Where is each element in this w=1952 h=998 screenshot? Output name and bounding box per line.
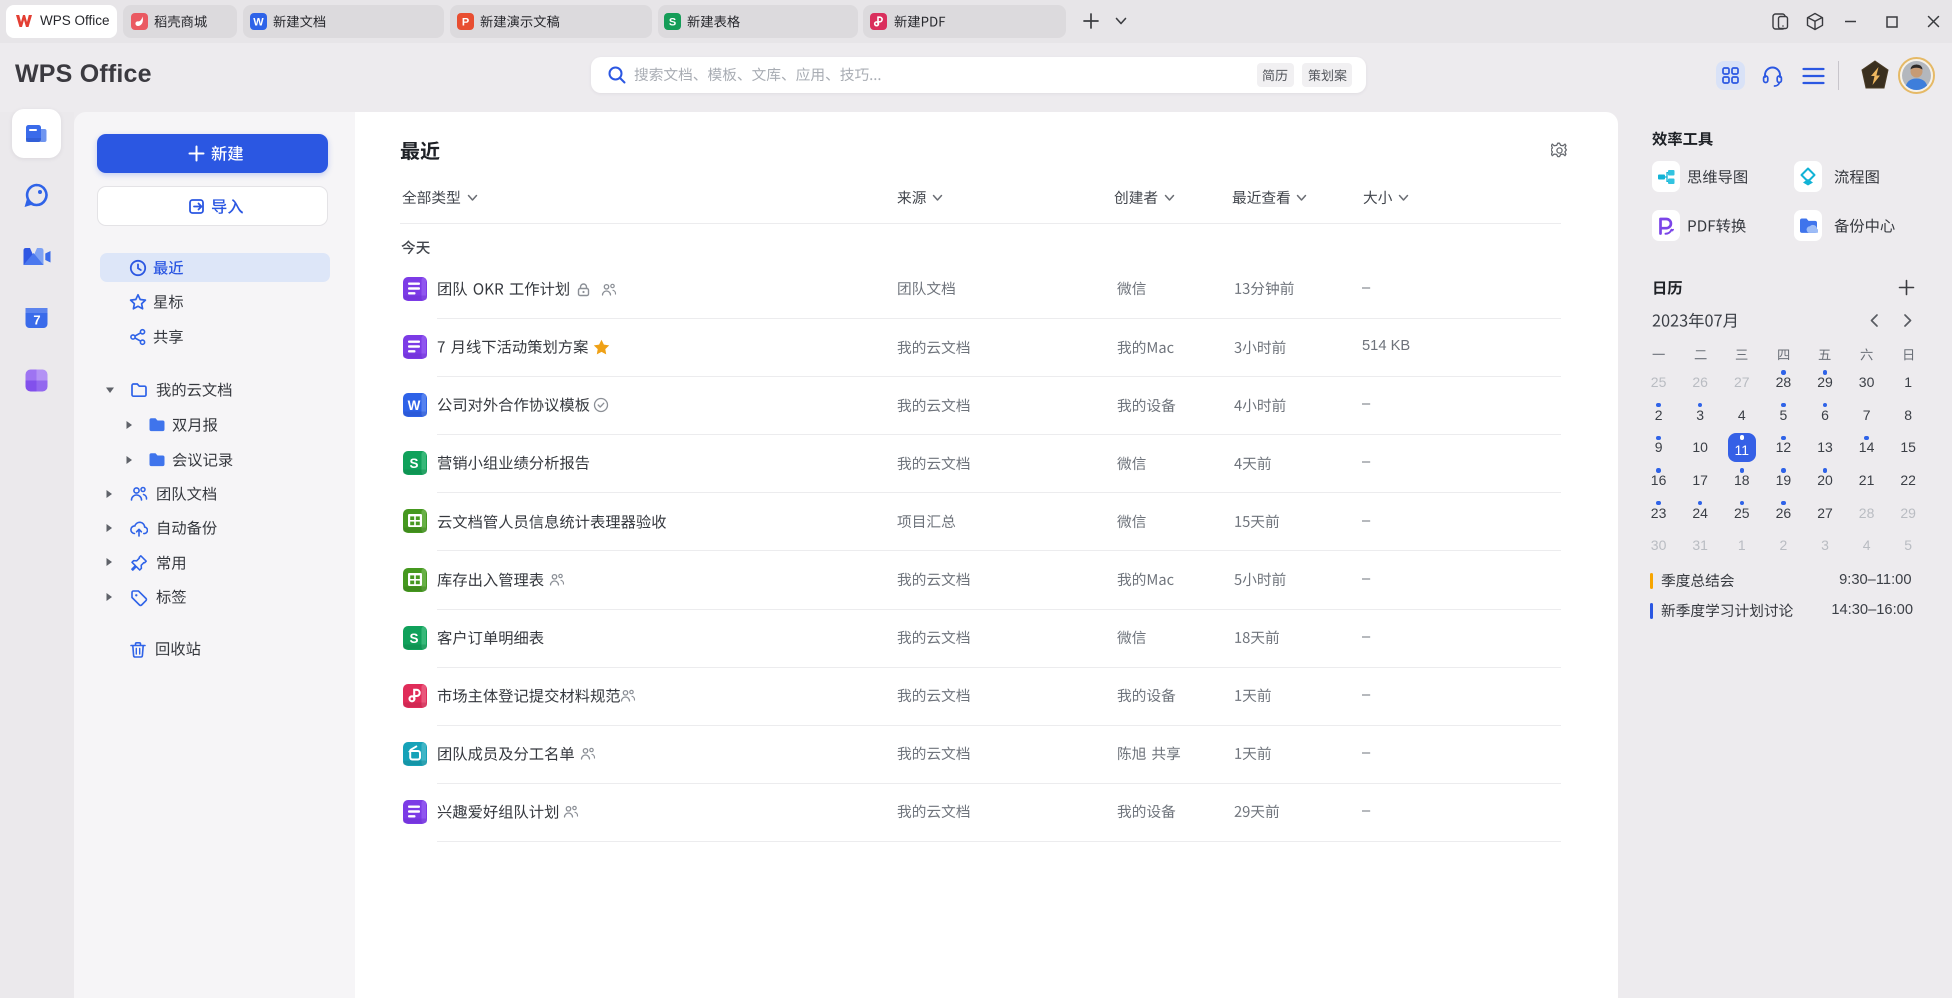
svg-text:P: P [462,17,469,29]
svg-text:W: W [253,17,264,29]
svg-text:S: S [409,456,418,471]
svg-text:S: S [669,17,676,29]
svg-text:W: W [408,398,421,413]
svg-text:S: S [409,631,418,646]
svg-text:7: 7 [33,313,40,328]
